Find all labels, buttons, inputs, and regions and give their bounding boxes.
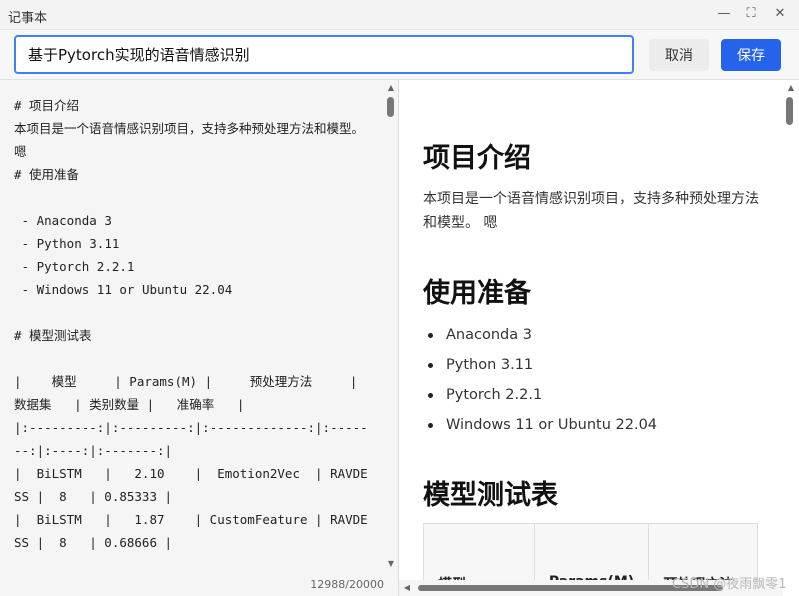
- preview-intro-text: 本项目是一个语音情感识别项目，支持多种预处理方法和模型。 嗯: [423, 191, 759, 231]
- editor-content[interactable]: # 项目介绍 本项目是一个语音情感识别项目，支持多种预处理方法和模型。 嗯 # …: [14, 94, 374, 554]
- title-bar: 记事本 — ⛶ ✕: [0, 0, 799, 30]
- save-button[interactable]: 保存: [721, 39, 781, 71]
- char-counter: 12988/20000: [310, 578, 384, 591]
- editor-scroll-thumb[interactable]: [387, 97, 394, 117]
- maximize-icon[interactable]: ⛶: [743, 6, 759, 22]
- preview-scroll-thumb[interactable]: [786, 97, 793, 125]
- list-item: Python 3.11: [423, 350, 657, 380]
- note-title-input[interactable]: [14, 35, 634, 74]
- list-item: Windows 11 or Ubuntu 22.04: [423, 410, 657, 440]
- scroll-down-icon[interactable]: ▼: [385, 558, 397, 570]
- preview-prep-list: Anaconda 3 Python 3.11 Pytorch 2.2.1 Win…: [423, 320, 657, 440]
- minimize-icon[interactable]: —: [716, 6, 732, 22]
- watermark: CSDN @夜雨飘零1: [672, 577, 787, 592]
- preview-scrollbar[interactable]: ▲: [783, 80, 799, 580]
- scroll-left-icon[interactable]: ◀: [401, 582, 413, 594]
- editor-scrollbar[interactable]: ▲ ▼: [385, 80, 397, 574]
- scroll-up-icon[interactable]: ▲: [785, 82, 797, 94]
- markdown-preview: 项目介绍 本项目是一个语音情感识别项目，支持多种预处理方法和模型。 嗯 使用准备…: [399, 80, 799, 596]
- scroll-up-icon[interactable]: ▲: [385, 82, 397, 94]
- preview-heading-intro: 项目介绍: [423, 143, 531, 174]
- editor-statusbar: 12988/20000: [0, 574, 398, 596]
- list-item: Pytorch 2.2.1: [423, 380, 657, 410]
- preview-heading-prep: 使用准备: [423, 278, 531, 309]
- toolbar: 取消 保存: [0, 30, 799, 80]
- preview-heading-table: 模型测试表: [423, 480, 558, 511]
- app-title: 记事本: [8, 11, 48, 26]
- close-icon[interactable]: ✕: [772, 6, 788, 22]
- cancel-button[interactable]: 取消: [649, 39, 709, 71]
- markdown-editor[interactable]: # 项目介绍 本项目是一个语音情感识别项目，支持多种预处理方法和模型。 嗯 # …: [0, 80, 398, 574]
- list-item: Anaconda 3: [423, 320, 657, 350]
